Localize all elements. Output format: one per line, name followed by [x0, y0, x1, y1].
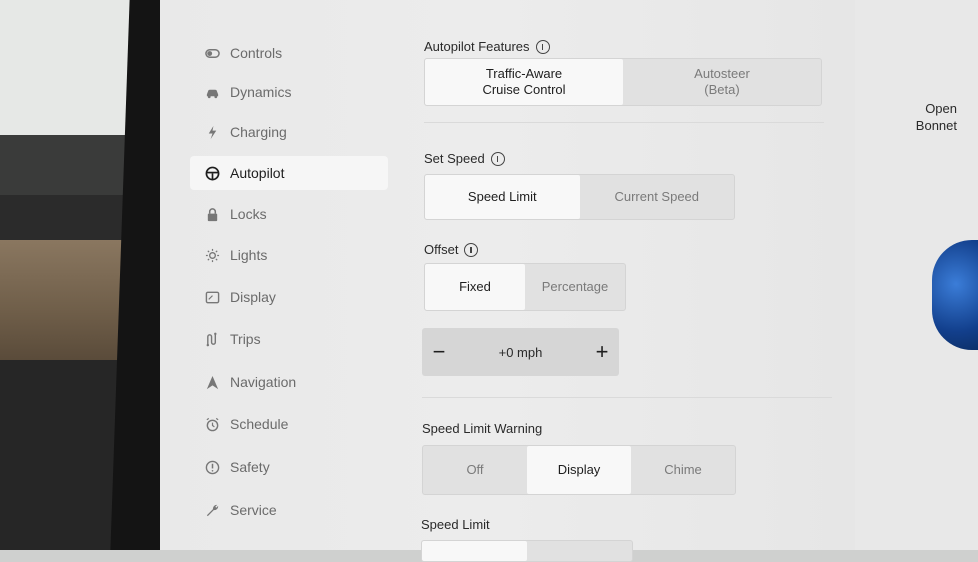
- sidebar-item-label: Charging: [230, 124, 287, 140]
- sidebar-item-label: Safety: [230, 459, 270, 475]
- alarm-clock-icon: [204, 416, 220, 432]
- speed-limit-selector: [421, 540, 633, 562]
- sidebar-item-lights[interactable]: Lights: [190, 238, 388, 272]
- sidebar-item-label: Schedule: [230, 416, 289, 432]
- offset-value: +0 mph: [498, 344, 543, 360]
- current-speed-option[interactable]: Current Speed: [580, 175, 735, 219]
- speed-limit-warning-title: Speed Limit Warning: [422, 421, 543, 436]
- trips-icon: [204, 331, 220, 347]
- navigation-icon: [204, 374, 220, 390]
- sun-icon: [204, 247, 220, 263]
- sidebar-item-locks[interactable]: Locks: [190, 197, 388, 231]
- speed-limit-option[interactable]: Speed Limit: [425, 175, 580, 219]
- speed-limit-label: Speed Limit: [421, 517, 490, 532]
- dash-trim: [0, 135, 130, 195]
- sidebar-item-navigation[interactable]: Navigation: [190, 365, 388, 399]
- offset-type-selector: Fixed Percentage: [424, 263, 626, 311]
- offset-stepper: − +0 mph +: [422, 328, 619, 376]
- lower-trim: [0, 360, 125, 550]
- sidebar-item-label: Display: [230, 289, 276, 305]
- toggle-icon: [204, 45, 220, 61]
- set-speed-selector: Speed Limit Current Speed: [424, 174, 735, 220]
- autopilot-features-label: Autopilot Features: [424, 39, 550, 54]
- sidebar-item-label: Lights: [230, 247, 268, 263]
- autosteer-option[interactable]: Autosteer (Beta): [623, 59, 821, 105]
- percentage-option[interactable]: Percentage: [525, 264, 625, 310]
- lock-icon: [204, 206, 220, 222]
- car-window: [0, 0, 140, 135]
- open-bonnet-line1: Open: [925, 101, 957, 116]
- sidebar-item-label: Trips: [230, 331, 261, 347]
- sidebar-item-service[interactable]: Service: [190, 493, 388, 527]
- wrench-icon: [204, 502, 220, 518]
- sidebar-item-trips[interactable]: Trips: [190, 322, 388, 356]
- sidebar-item-label: Navigation: [230, 374, 297, 390]
- fixed-option[interactable]: Fixed: [425, 264, 525, 310]
- steering-wheel-icon: [204, 165, 220, 181]
- sidebar-item-label: Service: [230, 502, 277, 518]
- touchscreen: Controls Dynamics Charging Autopilot Loc…: [160, 0, 978, 562]
- divider: [422, 397, 832, 398]
- info-icon[interactable]: [464, 242, 479, 257]
- sidebar-item-autopilot[interactable]: Autopilot: [190, 156, 388, 190]
- speed-limit-warning-label: Speed Limit Warning: [422, 421, 542, 436]
- offset-title: Offset: [424, 242, 459, 257]
- sidebar-item-dynamics[interactable]: Dynamics: [190, 75, 388, 109]
- set-speed-title: Set Speed: [424, 151, 485, 166]
- sidebar-item-schedule[interactable]: Schedule: [190, 407, 388, 441]
- lightning-icon: [204, 124, 220, 140]
- open-bonnet-button[interactable]: Open Bonnet: [905, 100, 957, 134]
- warning-chime-option[interactable]: Chime: [631, 446, 735, 494]
- sidebar-item-label: Autopilot: [230, 165, 285, 181]
- warning-display-option[interactable]: Display: [527, 446, 631, 494]
- divider: [424, 122, 824, 123]
- speed-limit-warning-selector: Off Display Chime: [422, 445, 736, 495]
- increase-button[interactable]: +: [585, 339, 619, 365]
- sidebar-item-display[interactable]: Display: [190, 280, 388, 314]
- autopilot-features-title: Autopilot Features: [424, 39, 530, 54]
- sidebar-item-label: Dynamics: [230, 84, 292, 100]
- sidebar-item-safety[interactable]: Safety: [190, 450, 388, 484]
- sidebar-item-charging[interactable]: Charging: [190, 115, 388, 149]
- info-icon[interactable]: [490, 151, 505, 166]
- offset-label: Offset: [424, 242, 479, 257]
- decrease-button[interactable]: −: [422, 339, 456, 365]
- speed-limit-title: Speed Limit: [421, 517, 490, 532]
- car-icon: [204, 84, 220, 100]
- sidebar-item-controls[interactable]: Controls: [190, 36, 388, 70]
- sidebar-item-label: Locks: [230, 206, 267, 222]
- speed-limit-option-a[interactable]: [422, 541, 527, 561]
- wood-trim: [0, 240, 125, 360]
- car-model-image[interactable]: [932, 240, 978, 350]
- autopilot-features-selector: Traffic-Aware Cruise Control Autosteer (…: [424, 58, 822, 106]
- traffic-aware-cruise-control-option[interactable]: Traffic-Aware Cruise Control: [425, 59, 623, 105]
- set-speed-label: Set Speed: [424, 151, 505, 166]
- display-icon: [204, 289, 220, 305]
- info-icon[interactable]: [535, 39, 550, 54]
- safety-icon: [204, 459, 220, 475]
- warning-off-option[interactable]: Off: [423, 446, 527, 494]
- speed-limit-option-b[interactable]: [527, 541, 632, 561]
- open-bonnet-line2: Bonnet: [915, 118, 957, 133]
- sidebar-item-label: Controls: [230, 45, 283, 61]
